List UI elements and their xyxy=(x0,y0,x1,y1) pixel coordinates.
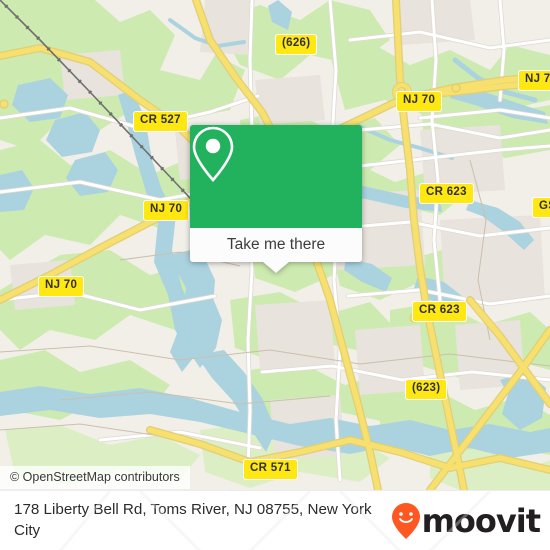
osm-attribution[interactable]: © OpenStreetMap contributors xyxy=(0,466,190,489)
footer-bar: 178 Liberty Bell Rd, Toms River, NJ 0875… xyxy=(0,490,550,550)
popup-pin-area xyxy=(190,125,362,228)
map-canvas[interactable]: .forest{fill:#cdebb0;} .forest2{fill:#dc… xyxy=(0,0,550,490)
road-shield-nj70-c: NJ 70 xyxy=(143,200,190,221)
location-popup-card[interactable]: Take me there xyxy=(190,125,362,273)
map-pin-icon xyxy=(192,126,234,182)
road-shield-nj70-b: NJ 70 xyxy=(518,70,550,91)
road-shield-623: (623) xyxy=(405,379,448,400)
road-shield-cr623-b: CR 623 xyxy=(412,301,467,322)
moovit-wordmark: moovit xyxy=(421,501,541,540)
road-shield-626: (626) xyxy=(275,34,318,55)
address-label: 178 Liberty Bell Rd, Toms River, NJ 0875… xyxy=(14,501,372,539)
road-shield-cr623-a: CR 623 xyxy=(419,183,474,204)
road-shield-cr527: CR 527 xyxy=(133,111,188,132)
road-shield-nj70-a: NJ 70 xyxy=(396,91,443,112)
take-me-there-button[interactable]: Take me there xyxy=(190,228,362,273)
take-me-there-label: Take me there xyxy=(226,236,326,253)
moovit-pin-icon xyxy=(391,502,420,539)
road-shield-cr571: CR 571 xyxy=(243,459,298,480)
road-shield-gs: GS xyxy=(532,197,550,218)
moovit-logo[interactable]: moovit xyxy=(391,501,541,540)
popup-tail xyxy=(263,262,289,273)
road-shield-nj70-d: NJ 70 xyxy=(38,276,85,297)
map-screenshot-root: .forest{fill:#cdebb0;} .forest2{fill:#dc… xyxy=(0,0,550,550)
